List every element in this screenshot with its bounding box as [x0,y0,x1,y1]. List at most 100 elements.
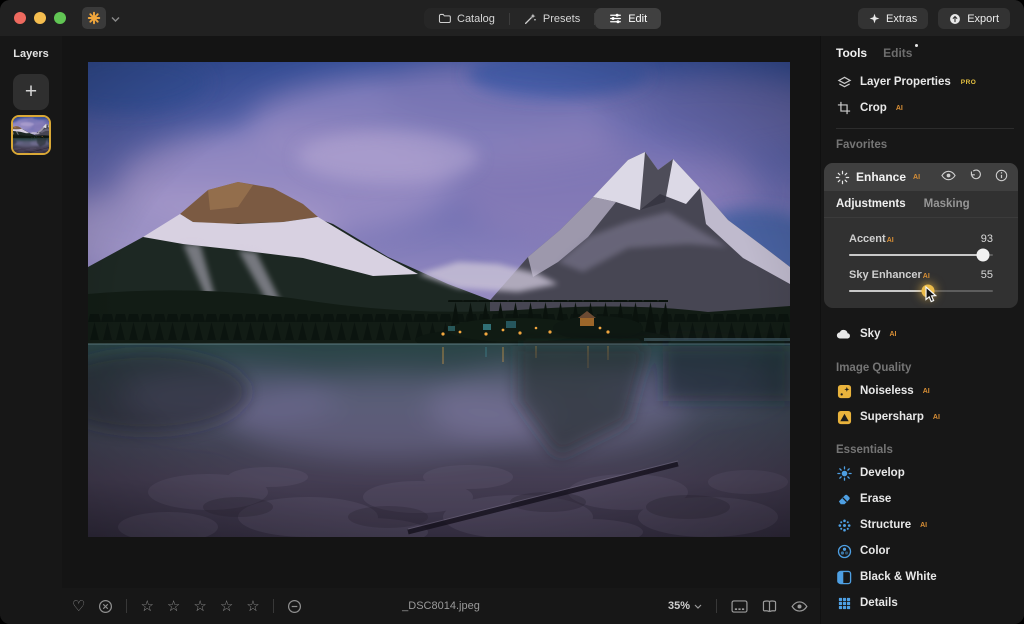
layers-title: Layers [0,48,62,60]
image-quality-header: Image Quality [836,362,1024,374]
favorite-heart-icon[interactable]: ♡ [72,599,85,614]
visibility-eye-icon[interactable] [941,170,956,184]
slider-track[interactable] [849,290,993,292]
tool-develop[interactable]: Develop [836,464,1024,482]
tool-details[interactable]: Details [836,594,1024,612]
tab-edit[interactable]: Edit [595,8,661,29]
star-rating-4[interactable]: ☆ [220,599,233,614]
noiseless-icon [836,383,852,399]
layers-icon [836,74,852,90]
sparkle-icon [869,13,880,24]
tab-masking[interactable]: Masking [924,198,970,210]
star-rating-3[interactable]: ☆ [193,599,206,614]
enhance-header[interactable]: Enhance AI [824,163,1018,191]
tab-presets[interactable]: Presets [510,8,594,29]
tool-label: Black & White [860,571,937,583]
tab-adjustments[interactable]: Adjustments [836,198,906,210]
tab-label: Edit [628,13,647,25]
tab-edits[interactable]: Edits [883,46,912,60]
undo-icon[interactable] [969,169,982,185]
traffic-lights [14,12,66,24]
extras-label: Extras [886,13,917,25]
slider-fill [849,254,983,256]
zoom-window-button[interactable] [54,12,66,24]
folder-icon [438,12,451,25]
compare-icon[interactable] [762,600,777,613]
develop-sun-icon [836,465,852,481]
slider-knob[interactable] [976,249,989,262]
tool-label: Color [860,545,890,557]
tool-label: Sky [860,328,880,340]
slider-value: 93 [981,233,993,245]
star-rating-1[interactable]: ☆ [140,599,153,614]
sky-enhancer-slider: Sky Enhancer AI 55 [849,269,993,292]
sliders-icon [609,12,622,25]
black-white-icon [836,569,852,585]
tool-label: Noiseless [860,385,914,397]
tools-sidebar: Tools Edits Layer Properties PRO Crop AI… [820,36,1024,624]
tool-sky[interactable]: Sky AI [836,324,1024,344]
star-rating-2[interactable]: ☆ [167,599,180,614]
tool-black-white[interactable]: Black & White [836,568,1024,586]
favorites-header: Favorites [836,139,1024,151]
tab-tools[interactable]: Tools [836,46,867,60]
structure-icon [836,517,852,533]
tool-structure[interactable]: Structure AI [836,516,1024,534]
divider [716,599,717,613]
extras-button[interactable]: Extras [858,8,928,29]
photo-canvas[interactable] [88,62,790,537]
zoom-level-value: 35% [668,600,690,612]
pro-badge: PRO [961,79,977,86]
tool-label: Erase [860,493,891,505]
divider [273,599,274,613]
bottom-bar: ♡ ☆ ☆ ☆ ☆ ☆ _DSC8014.jpeg 35% [62,588,820,624]
zoom-level-dropdown[interactable]: 35% [668,600,702,612]
chevron-down-icon [111,9,120,27]
tool-noiseless[interactable]: Noiseless AI [836,382,1024,400]
plus-icon: + [25,80,37,104]
view-mode-tabs: Catalog Presets Edit [424,8,661,29]
essentials-header: Essentials [836,444,1024,456]
divider [126,599,127,613]
enhance-title: Enhance [856,170,906,184]
ai-badge: AI [889,331,896,338]
tool-erase[interactable]: Erase [836,490,1024,508]
ai-badge: AI [896,105,903,112]
filmstrip-toggle-icon[interactable] [731,600,748,613]
tool-layer-properties[interactable]: Layer Properties PRO [836,72,1024,92]
ai-badge: AI [887,237,894,244]
export-button[interactable]: Export [938,8,1010,29]
tool-label: Supersharp [860,411,924,423]
close-button[interactable] [14,12,26,24]
clear-rating-icon[interactable] [287,599,302,614]
tool-label: Structure [860,519,911,531]
export-label: Export [967,13,999,25]
tool-color[interactable]: Color [836,542,1024,560]
ai-badge: AI [933,414,940,421]
crop-icon [836,100,852,116]
slider-label: Accent [849,233,886,245]
layer-thumbnail[interactable] [11,115,51,155]
reject-icon[interactable] [98,599,113,614]
chevron-down-icon [694,604,702,609]
enhance-icon [834,169,850,185]
star-rating-5[interactable]: ☆ [246,599,259,614]
tab-label: Presets [543,13,580,25]
export-icon [949,13,961,25]
ai-badge: AI [920,522,927,529]
tool-supersharp[interactable]: Supersharp AI [836,408,1024,426]
accent-slider: Accent AI 93 [849,233,993,256]
enhance-panel: Enhance AI Adjustments Masking [824,163,1018,308]
slider-track[interactable] [849,254,993,256]
slider-fill [849,290,928,292]
tool-crop[interactable]: Crop AI [836,98,1024,118]
add-layer-button[interactable]: + [13,74,49,110]
preview-eye-icon[interactable] [791,601,808,612]
minimize-button[interactable] [34,12,46,24]
app-menu-button[interactable] [82,7,120,29]
tab-catalog[interactable]: Catalog [424,8,509,29]
details-grid-icon [836,595,852,611]
tool-label: Details [860,597,898,609]
slider-knob[interactable] [922,285,935,298]
info-icon[interactable] [995,169,1008,185]
